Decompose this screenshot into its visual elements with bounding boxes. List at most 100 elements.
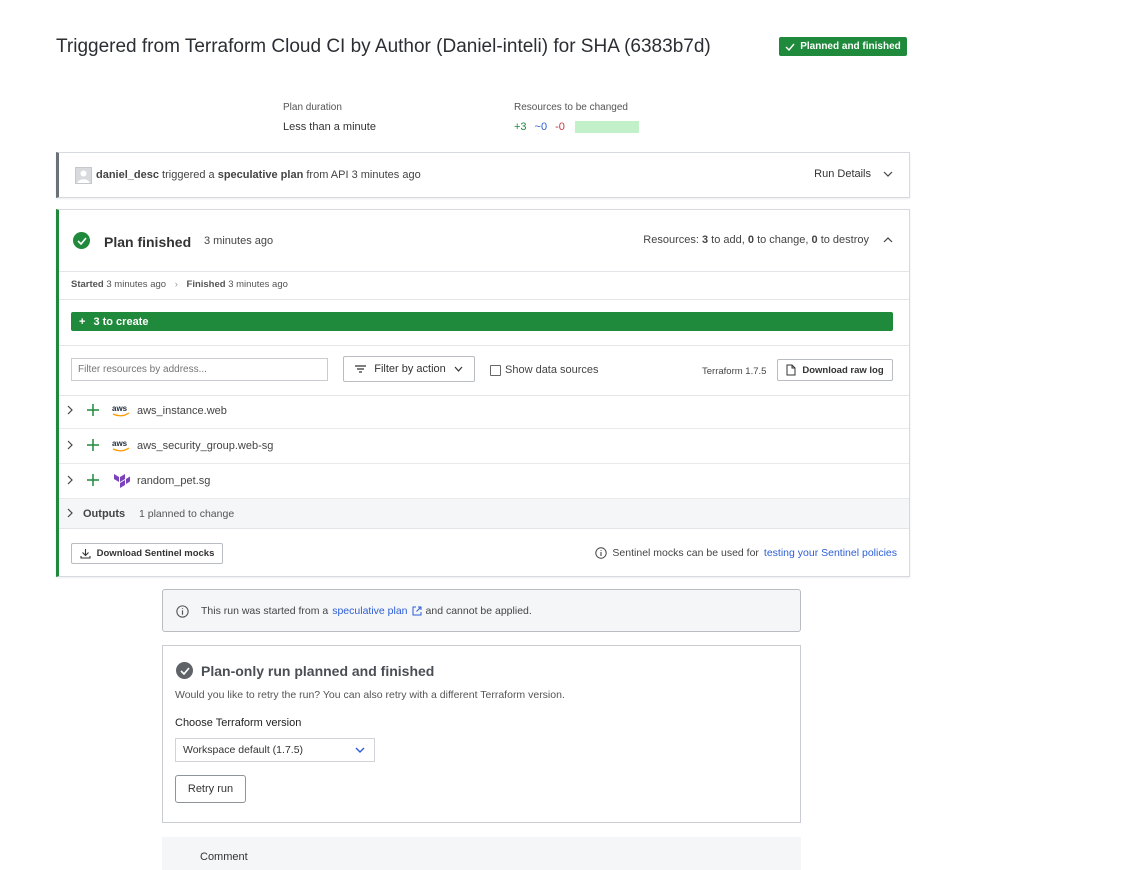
filter-icon [355, 365, 367, 373]
file-icon [786, 364, 796, 376]
plan-card: Plan finished 3 minutes ago Resources: 3… [56, 209, 910, 577]
resource-counts: +3 ~0 -0 [514, 121, 565, 133]
retry-run-button[interactable]: Retry run [175, 775, 246, 803]
comment-section: Comment [162, 837, 801, 870]
plus-icon [87, 474, 99, 486]
speculative-notice: This run was started from a speculative … [162, 589, 801, 632]
resource-change-bar [575, 121, 639, 133]
retry-description: Would you like to retry the run? You can… [175, 689, 565, 701]
plan-type: speculative plan [217, 169, 304, 181]
filter-row: Filter by action Show data sources Terra… [59, 345, 909, 396]
add-text: to add, [711, 234, 745, 246]
started-time: 3 minutes ago [106, 279, 167, 290]
svg-text:aws: aws [112, 439, 128, 448]
resources-prefix: Resources: [643, 234, 699, 246]
resource-name: aws_instance.web [137, 405, 227, 417]
sentinel-note: Sentinel mocks can be used for testing y… [595, 547, 897, 559]
destroy-count: -0 [555, 121, 565, 133]
aws-icon: aws [112, 404, 130, 417]
notice-text-1: This run was started from a [201, 605, 329, 617]
create-filter-bar[interactable]: + 3 to create [71, 312, 893, 331]
change-text: to change, [757, 234, 809, 246]
choose-version-label: Choose Terraform version [175, 717, 302, 729]
terraform-version: Terraform 1.7.5 [702, 366, 767, 377]
terraform-icon [114, 474, 130, 488]
download-raw-log-button[interactable]: Download raw log [777, 359, 893, 381]
trigger-card: daniel_desc triggered a speculative plan… [56, 152, 910, 198]
chevron-right-icon: › [174, 279, 178, 290]
finished-time: 3 minutes ago [228, 279, 288, 290]
check-circle-icon [73, 232, 90, 249]
resources-summary-text: Resources: 3 to add, 0 to change, 0 to d… [643, 234, 869, 246]
chevron-down-icon [454, 366, 463, 372]
outputs-desc: 1 planned to change [139, 508, 235, 520]
trigger-text: daniel_desc triggered a speculative plan… [96, 169, 421, 181]
outputs-label: Outputs [83, 508, 126, 520]
show-data-sources-label: Show data sources [505, 364, 599, 376]
resource-row[interactable]: aws aws_security_group.web-sg [59, 429, 909, 464]
chevron-right-icon [67, 508, 73, 518]
sentinel-policies-link[interactable]: testing your Sentinel policies [764, 547, 897, 559]
filter-by-action-label: Filter by action [374, 363, 446, 375]
plan-time: 3 minutes ago [204, 235, 274, 247]
aws-icon: aws [112, 439, 130, 452]
chevron-down-icon [883, 171, 893, 177]
version-select-value: Workspace default (1.7.5) [183, 744, 304, 756]
external-link-icon[interactable] [412, 606, 422, 616]
checkbox-icon [490, 364, 501, 376]
add-count: +3 [514, 121, 527, 133]
resource-row[interactable]: random_pet.sg [59, 464, 909, 499]
chevron-down-icon [355, 747, 365, 753]
plan-duration-label: Plan duration [283, 102, 342, 113]
add-count: 3 [701, 234, 709, 246]
resource-name: aws_security_group.web-sg [137, 440, 274, 452]
run-details-label: Run Details [814, 168, 871, 180]
trigger-text-2: from API 3 minutes ago [306, 169, 421, 181]
filter-resources-input[interactable] [71, 358, 328, 381]
show-data-sources-checkbox[interactable]: Show data sources [490, 364, 599, 376]
finished-label: Finished [186, 279, 226, 290]
plus-icon: + [79, 315, 86, 328]
chevron-right-icon [67, 405, 73, 415]
resources-changed-label: Resources to be changed [514, 102, 628, 113]
check-circle-icon [176, 662, 193, 679]
started-label: Started [71, 279, 104, 290]
plan-header[interactable]: Plan finished 3 minutes ago Resources: 3… [59, 210, 909, 272]
trigger-text-1: triggered a [162, 169, 215, 181]
svg-text:aws: aws [112, 404, 128, 413]
plan-title: Plan finished [104, 234, 192, 250]
resource-row[interactable]: aws aws_instance.web [59, 394, 909, 429]
download-sentinel-label: Download Sentinel mocks [96, 548, 215, 559]
download-icon [80, 549, 91, 559]
comment-label: Comment [200, 851, 248, 863]
destroy-count: 0 [811, 234, 818, 246]
plan-duration-value: Less than a minute [283, 121, 376, 133]
resource-name: random_pet.sg [137, 475, 211, 487]
destroy-text: to destroy [820, 234, 869, 246]
sentinel-note-text: Sentinel mocks can be used for [612, 547, 759, 559]
retry-title: Plan-only run planned and finished [201, 663, 435, 679]
trigger-user[interactable]: daniel_desc [96, 169, 159, 181]
plus-icon [87, 404, 99, 416]
info-icon [176, 605, 189, 618]
plus-icon [87, 439, 99, 451]
plan-resources-summary: Resources: 3 to add, 0 to change, 0 to d… [643, 234, 893, 246]
check-icon [785, 43, 795, 51]
notice-text-2: and cannot be applied. [425, 605, 532, 617]
retry-panel: Plan-only run planned and finished Would… [162, 645, 801, 823]
status-badge-label: Planned and finished [800, 41, 901, 52]
page-title: Triggered from Terraform Cloud CI by Aut… [56, 36, 711, 57]
speculative-plan-link[interactable]: speculative plan [332, 605, 407, 617]
filter-by-action-button[interactable]: Filter by action [343, 356, 475, 382]
info-icon [595, 547, 608, 559]
outputs-row[interactable]: Outputs 1 planned to change [59, 499, 909, 529]
status-badge: Planned and finished [779, 37, 907, 56]
download-sentinel-mocks-button[interactable]: Download Sentinel mocks [71, 543, 223, 564]
run-details-toggle[interactable]: Run Details [814, 168, 893, 180]
download-raw-log-label: Download raw log [802, 364, 884, 376]
chevron-right-icon [67, 440, 73, 450]
terraform-version-select[interactable]: Workspace default (1.7.5) [175, 738, 375, 762]
chevron-up-icon[interactable] [883, 237, 893, 243]
avatar [75, 167, 92, 184]
create-bar-label: 3 to create [93, 315, 149, 328]
